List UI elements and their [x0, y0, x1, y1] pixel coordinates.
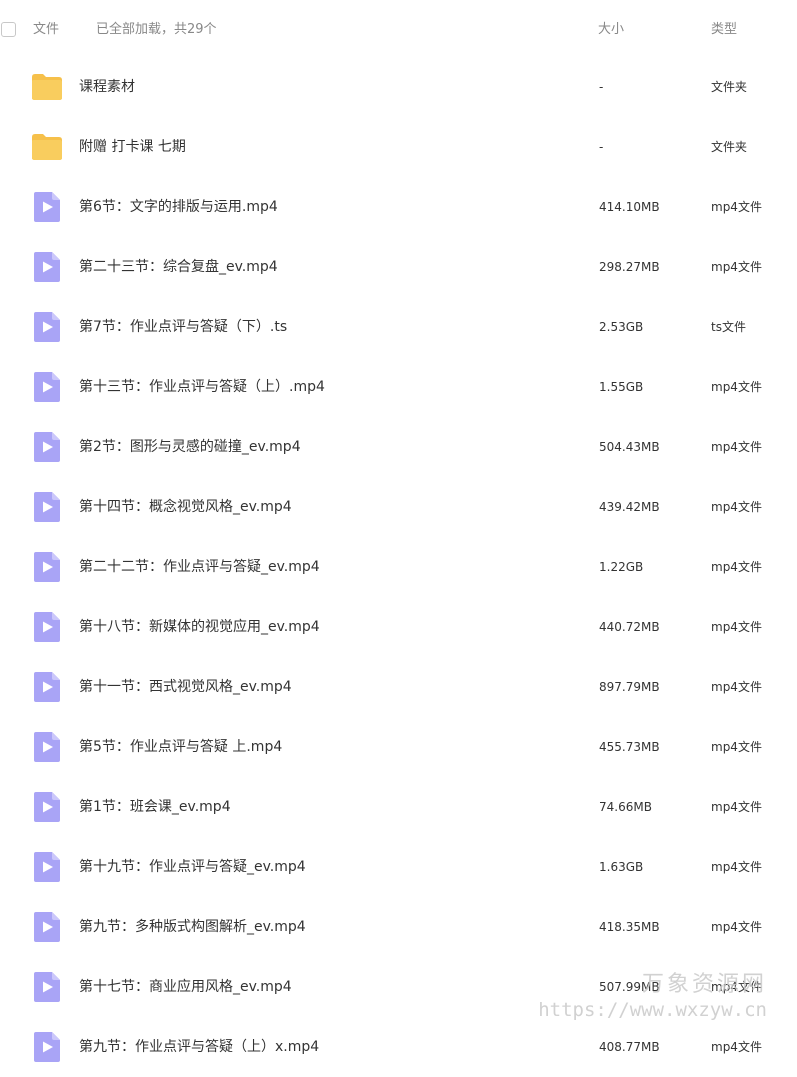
video-file-icon	[34, 792, 62, 822]
file-name[interactable]: 第十八节：新媒体的视觉应用_ev.mp4	[79, 618, 320, 636]
file-name[interactable]: 第九节：多种版式构图解析_ev.mp4	[79, 918, 306, 936]
file-row[interactable]: 第十七节：商业应用风格_ev.mp4 507.99MB mp4文件	[0, 957, 797, 1017]
file-type: mp4文件	[711, 260, 762, 274]
file-name[interactable]: 第十一节：西式视觉风格_ev.mp4	[79, 678, 292, 696]
file-type: 文件夹	[711, 140, 748, 154]
file-list-header: 文件 已全部加载，共29个 大小 类型	[0, 0, 797, 60]
file-size: 455.73MB	[599, 740, 660, 754]
file-type: mp4文件	[711, 1040, 762, 1054]
folder-icon	[31, 133, 62, 163]
file-name[interactable]: 课程素材	[79, 78, 135, 96]
file-size: 2.53GB	[599, 320, 644, 334]
file-name[interactable]: 第九节：作业点评与答疑（上）x.mp4	[79, 1038, 319, 1056]
file-name[interactable]: 第十四节：概念视觉风格_ev.mp4	[79, 498, 292, 516]
file-type: ts文件	[711, 320, 746, 334]
video-file-icon	[34, 852, 62, 882]
file-size: 1.22GB	[599, 560, 644, 574]
video-file-icon	[34, 552, 62, 582]
file-row[interactable]: 第2节：图形与灵感的碰撞_ev.mp4 504.43MB mp4文件	[0, 417, 797, 477]
file-name[interactable]: 第1节：班会课_ev.mp4	[79, 798, 231, 816]
file-type: mp4文件	[711, 500, 762, 514]
file-size: 408.77MB	[599, 1040, 660, 1054]
column-header-name[interactable]: 文件	[33, 22, 59, 38]
file-type: mp4文件	[711, 800, 762, 814]
file-size: -	[599, 80, 604, 94]
file-name[interactable]: 第十七节：商业应用风格_ev.mp4	[79, 978, 292, 996]
video-file-icon	[34, 672, 62, 702]
video-file-icon	[34, 1032, 62, 1062]
file-row[interactable]: 附赠 打卡课 七期 - 文件夹	[0, 117, 797, 177]
file-name[interactable]: 附赠 打卡课 七期	[79, 138, 186, 156]
video-file-icon	[34, 372, 62, 402]
file-type: mp4文件	[711, 440, 762, 454]
file-name[interactable]: 第二十三节：综合复盘_ev.mp4	[79, 258, 278, 276]
column-header-size[interactable]: 大小	[598, 22, 624, 38]
file-name[interactable]: 第5节：作业点评与答疑 上.mp4	[79, 738, 282, 756]
folder-icon	[31, 73, 62, 103]
file-row[interactable]: 第十一节：西式视觉风格_ev.mp4 897.79MB mp4文件	[0, 657, 797, 717]
file-size: 418.35MB	[599, 920, 660, 934]
video-file-icon	[34, 732, 62, 762]
video-file-icon	[34, 252, 62, 282]
file-name[interactable]: 第十九节：作业点评与答疑_ev.mp4	[79, 858, 306, 876]
video-file-icon	[34, 612, 62, 642]
file-size: 897.79MB	[599, 680, 660, 694]
file-size: 414.10MB	[599, 200, 660, 214]
file-type: mp4文件	[711, 380, 762, 394]
file-type: mp4文件	[711, 560, 762, 574]
file-size: -	[599, 140, 604, 154]
file-type: mp4文件	[711, 920, 762, 934]
file-size: 504.43MB	[599, 440, 660, 454]
file-row[interactable]: 课程素材 - 文件夹	[0, 57, 797, 117]
file-row[interactable]: 第十四节：概念视觉风格_ev.mp4 439.42MB mp4文件	[0, 477, 797, 537]
file-type: mp4文件	[711, 740, 762, 754]
select-all-checkbox[interactable]	[1, 22, 16, 37]
video-file-icon	[34, 432, 62, 462]
file-size: 1.55GB	[599, 380, 644, 394]
file-size: 74.66MB	[599, 800, 652, 814]
video-file-icon	[34, 192, 62, 222]
file-row[interactable]: 第6节：文字的排版与运用.mp4 414.10MB mp4文件	[0, 177, 797, 237]
file-row[interactable]: 第十八节：新媒体的视觉应用_ev.mp4 440.72MB mp4文件	[0, 597, 797, 657]
video-file-icon	[34, 912, 62, 942]
file-size: 440.72MB	[599, 620, 660, 634]
column-header-type[interactable]: 类型	[711, 22, 737, 38]
file-list: 课程素材 - 文件夹 附赠 打卡课 七期 - 文件夹 第6节：文字的排版与运用.mp4 414…	[0, 57, 797, 1077]
file-row[interactable]: 第十九节：作业点评与答疑_ev.mp4 1.63GB mp4文件	[0, 837, 797, 897]
file-type: mp4文件	[711, 980, 762, 994]
file-type: mp4文件	[711, 200, 762, 214]
video-file-icon	[34, 492, 62, 522]
file-row[interactable]: 第九节：多种版式构图解析_ev.mp4 418.35MB mp4文件	[0, 897, 797, 957]
file-row[interactable]: 第十三节：作业点评与答疑（上）.mp4 1.55GB mp4文件	[0, 357, 797, 417]
file-row[interactable]: 第二十三节：综合复盘_ev.mp4 298.27MB mp4文件	[0, 237, 797, 297]
file-name[interactable]: 第7节：作业点评与答疑（下）.ts	[79, 318, 287, 336]
video-file-icon	[34, 312, 62, 342]
file-row[interactable]: 第九节：作业点评与答疑（上）x.mp4 408.77MB mp4文件	[0, 1017, 797, 1077]
file-row[interactable]: 第5节：作业点评与答疑 上.mp4 455.73MB mp4文件	[0, 717, 797, 777]
file-name[interactable]: 第十三节：作业点评与答疑（上）.mp4	[79, 378, 325, 396]
file-type: 文件夹	[711, 80, 748, 94]
file-size: 1.63GB	[599, 860, 644, 874]
file-row[interactable]: 第1节：班会课_ev.mp4 74.66MB mp4文件	[0, 777, 797, 837]
file-type: mp4文件	[711, 860, 762, 874]
file-row[interactable]: 第7节：作业点评与答疑（下）.ts 2.53GB ts文件	[0, 297, 797, 357]
file-name[interactable]: 第二十二节：作业点评与答疑_ev.mp4	[79, 558, 320, 576]
file-size: 298.27MB	[599, 260, 660, 274]
file-name[interactable]: 第2节：图形与灵感的碰撞_ev.mp4	[79, 438, 301, 456]
file-size: 439.42MB	[599, 500, 660, 514]
file-size: 507.99MB	[599, 980, 660, 994]
file-type: mp4文件	[711, 620, 762, 634]
file-row[interactable]: 第二十二节：作业点评与答疑_ev.mp4 1.22GB mp4文件	[0, 537, 797, 597]
file-type: mp4文件	[711, 680, 762, 694]
file-name[interactable]: 第6节：文字的排版与运用.mp4	[79, 198, 278, 216]
load-status-text: 已全部加载，共29个	[96, 22, 217, 37]
video-file-icon	[34, 972, 62, 1002]
